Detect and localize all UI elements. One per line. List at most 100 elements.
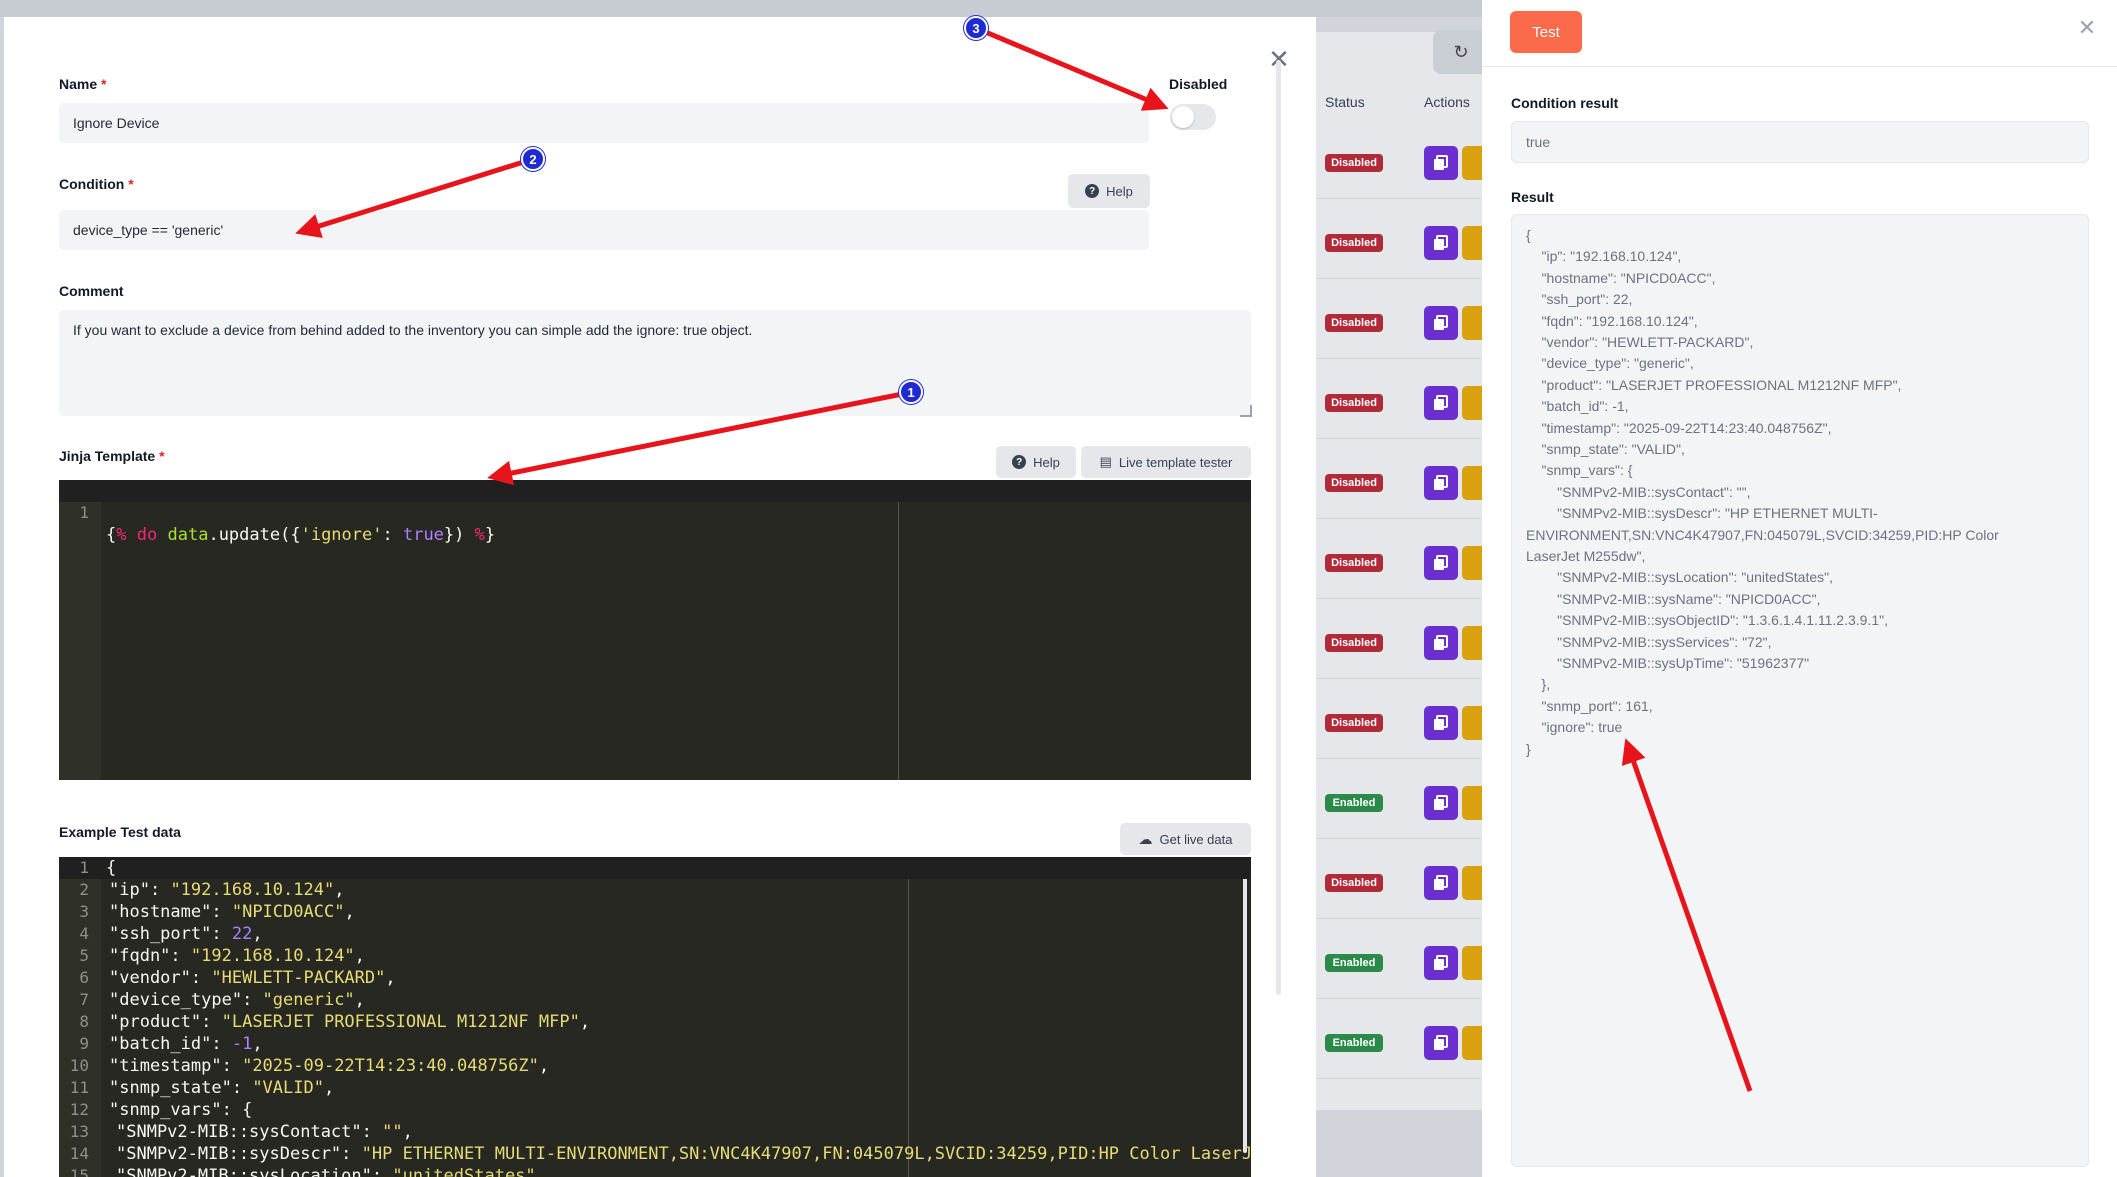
- edit-rule-button[interactable]: [1462, 466, 1482, 500]
- print-margin: [898, 480, 899, 780]
- line-number: 1: [79, 858, 89, 877]
- status-badge: Enabled: [1325, 954, 1383, 972]
- json-code: "SNMPv2-MIB::sysDescr": "HP ETHERNET MUL…: [116, 1144, 1251, 1164]
- resize-handle-icon[interactable]: [1240, 405, 1252, 417]
- code-line: 3 "hostname": "NPICD0ACC",: [59, 901, 1251, 923]
- json-code: {: [106, 858, 117, 878]
- copy-rule-button[interactable]: [1424, 386, 1458, 420]
- result-line: "SNMPv2-MIB::sysObjectID": "1.3.6.1.4.1.…: [1526, 612, 1888, 629]
- actions-column-header: Actions: [1424, 94, 1470, 110]
- line-number: 4: [79, 924, 89, 943]
- refresh-button[interactable]: ↻: [1433, 30, 1489, 74]
- result-line: "SNMPv2-MIB::sysLocation": "unitedStates…: [1526, 569, 1833, 586]
- code-line: 8 "product": "LASERJET PROFESSIONAL M1212…: [59, 1011, 1251, 1033]
- edit-rule-button[interactable]: [1462, 626, 1482, 660]
- edit-rule-button[interactable]: [1462, 386, 1482, 420]
- code-line: 5 "fqdn": "192.168.10.124",: [59, 945, 1251, 967]
- row-divider: [1316, 198, 1482, 199]
- json-code: "ip": "192.168.10.124",: [109, 880, 345, 900]
- copy-rule-button[interactable]: [1424, 466, 1458, 500]
- row-divider: [1316, 598, 1482, 599]
- edit-rule-button[interactable]: [1462, 946, 1482, 980]
- background-topbar: [0, 0, 1482, 17]
- result-line: "timestamp": "2025-09-22T14:23:40.048756…: [1526, 419, 1832, 436]
- close-icon: ✕: [2077, 15, 2097, 40]
- disabled-toggle[interactable]: [1170, 104, 1216, 130]
- edit-rule-button[interactable]: [1462, 866, 1482, 900]
- edit-rule-button[interactable]: [1462, 706, 1482, 740]
- live-template-tester-button[interactable]: ▤ Live template tester: [1081, 446, 1251, 478]
- comment-label: Comment: [59, 283, 124, 299]
- example-data-editor[interactable]: 1 {2 "ip": "192.168.10.124", 3 "hostname": "…: [59, 857, 1251, 1177]
- comment-textarea[interactable]: If you want to exclude a device from beh…: [59, 310, 1251, 416]
- edit-rule-button[interactable]: [1462, 146, 1482, 180]
- copy-rule-button[interactable]: [1424, 706, 1458, 740]
- line-number: 6: [79, 968, 89, 987]
- result-line: ENVIRONMENT,SN:VNC4K47907,FN:045079L,SVC…: [1526, 526, 1999, 543]
- edit-rule-button[interactable]: [1462, 786, 1482, 820]
- status-badge: Enabled: [1325, 794, 1383, 812]
- condition-input[interactable]: device_type == 'generic': [59, 210, 1149, 250]
- edit-rule-button[interactable]: [1462, 226, 1482, 260]
- copy-rule-button[interactable]: [1424, 546, 1458, 580]
- copy-rule-button[interactable]: [1424, 786, 1458, 820]
- row-divider: [1316, 438, 1482, 439]
- template-editor[interactable]: 1 {% do data.update({'ignore': true}) %}: [59, 480, 1251, 780]
- line-number: 13: [69, 1122, 89, 1141]
- annotation-marker-1: 1: [899, 380, 923, 404]
- status-badge: Disabled: [1325, 154, 1383, 172]
- status-badge: Disabled: [1325, 874, 1383, 892]
- line-number: 10: [69, 1056, 89, 1075]
- edit-rule-button[interactable]: [1462, 546, 1482, 580]
- copy-rule-button[interactable]: [1424, 306, 1458, 340]
- copy-rule-button[interactable]: [1424, 146, 1458, 180]
- code-line: 1 {% do data.update({'ignore': true}) %}: [59, 480, 1251, 545]
- result-line: "SNMPv2-MIB::sysServices": "72",: [1526, 633, 1772, 650]
- side-panel-close-button[interactable]: ✕: [2075, 15, 2099, 40]
- copy-rule-button[interactable]: [1424, 226, 1458, 260]
- name-input[interactable]: Ignore Device: [59, 103, 1149, 143]
- question-icon: ?: [1085, 184, 1100, 198]
- status-column-header: Status: [1325, 94, 1365, 110]
- modal-scrollbar[interactable]: [1276, 60, 1281, 995]
- row-divider: [1316, 1078, 1482, 1079]
- copy-rule-button[interactable]: [1424, 1026, 1458, 1060]
- status-badge: Disabled: [1325, 394, 1383, 412]
- code-line: 7 "device_type": "generic",: [59, 989, 1251, 1011]
- test-button[interactable]: Test: [1510, 11, 1582, 53]
- copy-icon: [1434, 635, 1448, 650]
- condition-help-button[interactable]: ? Help: [1068, 174, 1150, 208]
- status-badge: Disabled: [1325, 474, 1383, 492]
- line-number: 7: [79, 990, 89, 1009]
- row-divider: [1316, 838, 1482, 839]
- result-label: Result: [1511, 189, 1554, 205]
- line-number: 8: [79, 1012, 89, 1031]
- name-input-value: Ignore Device: [73, 115, 160, 131]
- copy-icon: [1434, 555, 1448, 570]
- result-line: "product": "LASERJET PROFESSIONAL M1212N…: [1526, 376, 1902, 393]
- result-line: },: [1526, 676, 1551, 693]
- json-code: "timestamp": "2025-09-22T14:23:40.048756…: [109, 1056, 550, 1076]
- copy-rule-button[interactable]: [1424, 866, 1458, 900]
- condition-result-field: true: [1511, 121, 2089, 163]
- edit-rule-button[interactable]: [1462, 306, 1482, 340]
- line-number: 2: [79, 880, 89, 899]
- code-line: 2 "ip": "192.168.10.124",: [59, 879, 1251, 901]
- get-live-data-button[interactable]: ☁ Get live data: [1120, 823, 1251, 855]
- edit-rule-button[interactable]: [1462, 1026, 1482, 1060]
- template-help-button[interactable]: ? Help: [996, 446, 1076, 478]
- result-line: "snmp_port": 161,: [1526, 697, 1653, 714]
- condition-label: Condition *: [59, 176, 134, 192]
- comment-text: If you want to exclude a device from beh…: [73, 322, 753, 338]
- json-code: "ssh_port": 22,: [109, 924, 263, 944]
- code-line: 14 "SNMPv2-MIB::sysDescr": "HP ETHERNET M…: [59, 1143, 1251, 1165]
- condition-result-label: Condition result: [1511, 95, 1619, 111]
- copy-rule-button[interactable]: [1424, 946, 1458, 980]
- condition-input-value: device_type == 'generic': [73, 222, 224, 238]
- json-code: "vendor": "HEWLETT-PACKARD",: [109, 968, 396, 988]
- line-number: 11: [69, 1078, 89, 1097]
- copy-rule-button[interactable]: [1424, 626, 1458, 660]
- result-line: "ip": "192.168.10.124",: [1526, 248, 1682, 265]
- status-badge: Disabled: [1325, 634, 1383, 652]
- line-number: 1: [79, 503, 89, 522]
